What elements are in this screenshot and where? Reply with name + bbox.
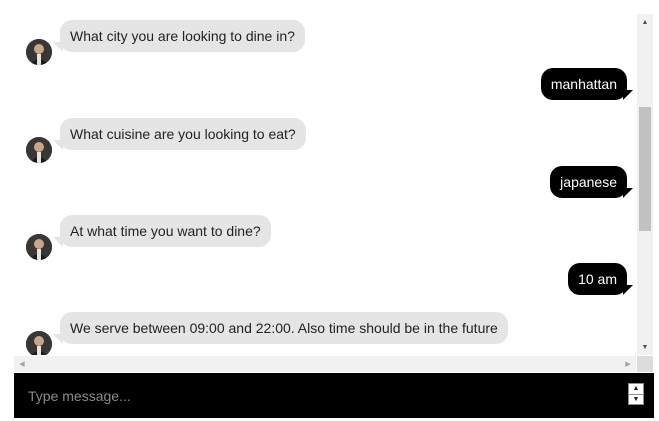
user-message: manhattan — [14, 68, 636, 102]
bot-message: We serve between 09:00 and 22:00. Also t… — [14, 306, 636, 355]
scroll-right-arrow-icon[interactable]: ▶ — [620, 356, 636, 372]
number-spinner-icon[interactable]: ▲ ▼ — [628, 383, 644, 405]
message-input[interactable] — [26, 383, 620, 409]
bot-bubble: We serve between 09:00 and 22:00. Also t… — [53, 312, 508, 344]
bot-bubble: What city you are looking to dine in? — [53, 20, 305, 52]
scroll-down-arrow-icon[interactable]: ▼ — [637, 339, 653, 355]
user-message: 10 am — [14, 263, 636, 297]
user-message: japanese — [14, 166, 636, 200]
message-composer: ▲ ▼ — [14, 373, 654, 418]
bot-avatar-icon — [26, 39, 52, 65]
vertical-scrollbar[interactable]: ▲ ▼ — [637, 14, 653, 355]
chat-history: What city you are looking to dine in? ma… — [14, 14, 636, 355]
user-bubble: 10 am — [568, 263, 633, 295]
bot-bubble: At what time you want to dine? — [53, 215, 271, 247]
bot-avatar-icon — [26, 331, 52, 355]
scrollbar-corner — [637, 356, 653, 372]
bot-bubble: What cuisine are you looking to eat? — [53, 118, 306, 150]
user-bubble: manhattan — [540, 68, 634, 100]
spinner-up-icon[interactable]: ▲ — [629, 384, 643, 394]
bot-avatar-icon — [26, 234, 52, 260]
spinner-down-icon[interactable]: ▼ — [629, 393, 643, 405]
bot-message: What city you are looking to dine in? — [14, 14, 636, 65]
bot-message: At what time you want to dine? — [14, 209, 636, 260]
vertical-scroll-thumb[interactable] — [639, 107, 651, 231]
bot-message: What cuisine are you looking to eat? — [14, 112, 636, 163]
scroll-left-arrow-icon[interactable]: ◀ — [14, 356, 30, 372]
user-bubble: japanese — [550, 166, 633, 198]
scroll-up-arrow-icon[interactable]: ▲ — [637, 14, 653, 30]
bot-avatar-icon — [26, 137, 52, 163]
horizontal-scrollbar[interactable]: ◀ ▶ — [14, 356, 636, 372]
